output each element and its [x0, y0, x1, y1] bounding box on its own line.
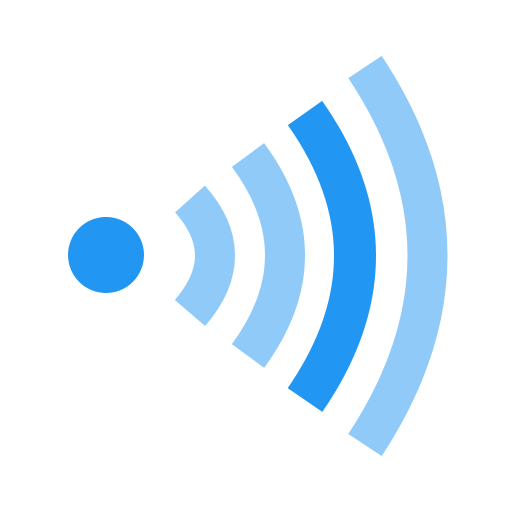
signal-wave-1 [174, 185, 235, 327]
signal-wave-3 [287, 100, 376, 412]
signal-wave-2 [231, 143, 305, 368]
signal-broadcast-icon [68, 55, 448, 456]
icon-stage [0, 0, 512, 512]
source-dot [68, 217, 144, 293]
